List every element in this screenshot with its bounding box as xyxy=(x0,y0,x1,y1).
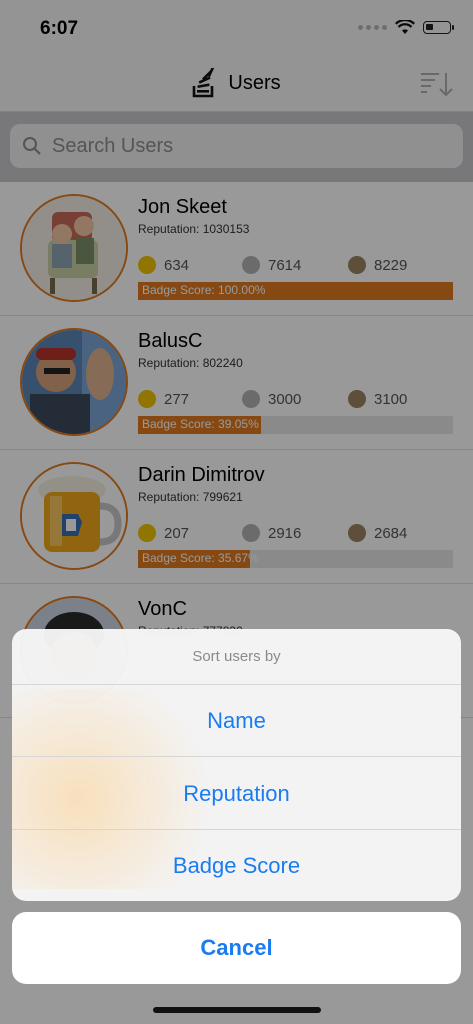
cancel-button[interactable]: Cancel xyxy=(12,912,461,984)
sort-by-badge-score-button[interactable]: Badge Score xyxy=(12,830,461,901)
home-indicator xyxy=(153,1007,321,1013)
sort-action-sheet: Sort users by Name Reputation Badge Scor… xyxy=(12,629,461,901)
sort-by-name-button[interactable]: Name xyxy=(12,685,461,757)
sort-by-reputation-button[interactable]: Reputation xyxy=(12,758,461,830)
action-sheet-title: Sort users by xyxy=(12,629,461,685)
